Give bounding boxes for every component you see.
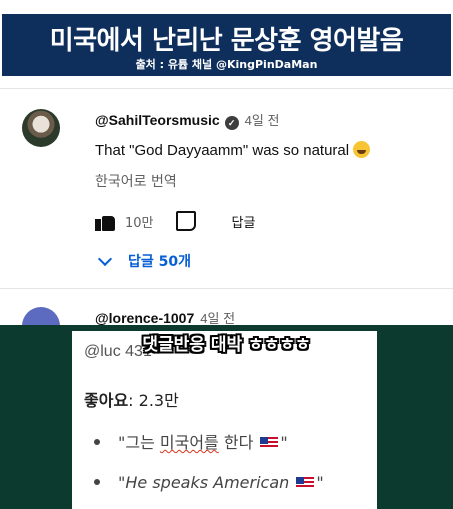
us-flag-icon xyxy=(260,437,279,449)
comment-author[interactable]: @SahilTeorsmusic xyxy=(95,112,220,128)
list-item: "He speaks American " xyxy=(94,473,324,492)
us-flag-icon xyxy=(296,477,315,489)
likes-label: 좋아요 xyxy=(84,391,129,410)
list-item: "그는 미국어를 한다 " xyxy=(94,429,288,453)
comment-body: That "God Dayyaamm" was so natural xyxy=(95,142,350,159)
title-box: 미국에서 난리난 문상훈 영어발음 출처 : 유튭 채널 @KingPinDaM… xyxy=(2,14,451,76)
laughing-emoji-icon xyxy=(353,141,371,158)
like-icon[interactable] xyxy=(95,211,115,231)
like-count: 10만 xyxy=(125,215,154,231)
bullet-text: "He speaks American xyxy=(118,473,290,492)
bullet-text: "그는 xyxy=(118,433,160,452)
avatar[interactable] xyxy=(22,109,60,147)
comment-author[interactable]: @lorence-1007 xyxy=(95,310,194,326)
source-credit: 출처 : 유튭 채널 @KingPinDaMan xyxy=(135,58,318,71)
bullet-text-misspelled: 미국어를 xyxy=(159,433,219,452)
comment-item: @SahilTeorsmusic ✓ 4일 전 That "God Dayyaamm… xyxy=(0,88,453,288)
comment-header: @SahilTeorsmusic ✓ 4일 전 xyxy=(95,110,279,130)
bullet-icon xyxy=(94,479,100,485)
verified-icon: ✓ xyxy=(224,116,239,130)
bullet-text: 한다 xyxy=(218,433,254,452)
bullet-icon xyxy=(94,439,100,445)
bullet-quote: " xyxy=(316,473,324,492)
view-replies-button[interactable]: 답글 50개 xyxy=(97,251,191,271)
replies-label: 답글 50개 xyxy=(128,254,191,270)
translate-link[interactable]: 한국어로 번역 xyxy=(95,171,177,191)
likes-value: : 2.3만 xyxy=(128,391,179,410)
dislike-icon[interactable] xyxy=(175,211,196,231)
comment-time[interactable]: 4일 전 xyxy=(245,113,280,128)
bullet-quote: " xyxy=(280,433,288,452)
comment-time[interactable]: 4일 전 xyxy=(200,311,235,326)
video-title: 미국에서 난리난 문상훈 영어발음 xyxy=(49,26,404,56)
quoted-likes: 좋아요: 2.3만 xyxy=(84,387,179,411)
quoted-comment-card: @luc 431 좋아요: 2.3만 "그는 미국어를 한다 " "He spe… xyxy=(72,331,377,509)
reply-button[interactable]: 답글 xyxy=(232,212,256,231)
chevron-down-icon xyxy=(97,251,113,266)
overlay-caption: 댓글반응 대박 ㅎㅎㅎㅎ xyxy=(142,335,311,355)
comment-text: That "God Dayyaamm" was so natural xyxy=(95,141,371,159)
title-banner: 미국에서 난리난 문상훈 영어발음 출처 : 유튭 채널 @KingPinDaM… xyxy=(0,0,453,86)
comment-actions: 10만 답글 xyxy=(95,209,255,233)
